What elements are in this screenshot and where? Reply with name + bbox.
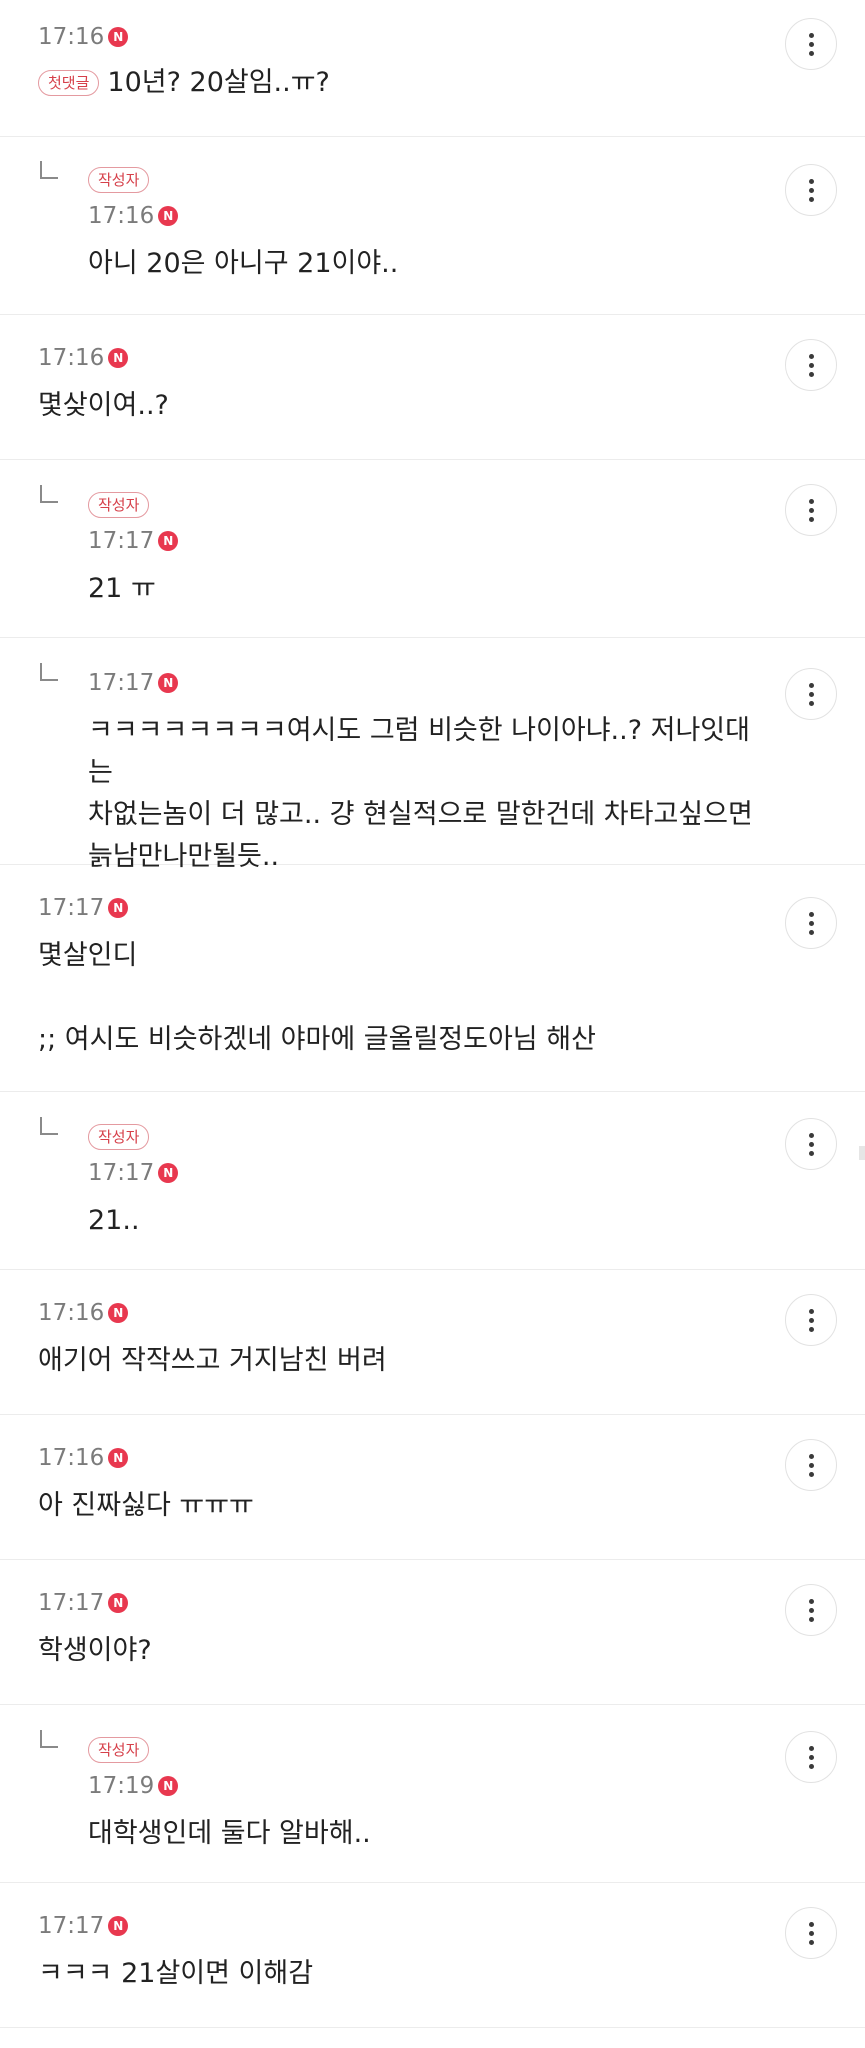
author-badge: 작성자 (88, 1737, 150, 1763)
new-badge: N (108, 1916, 129, 1936)
comment-time: 17:16 (38, 1300, 105, 1326)
comment-item: 17:16 N 애기어 작작쓰고 거지남친 버려 (0, 1270, 865, 1415)
comment-meta: 17:16 N (38, 22, 755, 52)
comment-meta: 17:17 N (38, 893, 755, 923)
comment-time: 17:16 (88, 203, 155, 229)
comment-item: 17:16 N 아 진짜싫다 ㅠㅠㅠ (0, 1415, 865, 1560)
reply-arrow-icon (40, 663, 58, 681)
more-options-button[interactable] (785, 18, 837, 70)
new-badge: N (158, 1776, 179, 1796)
comment-text: 21 ㅠ (88, 573, 156, 604)
more-options-button[interactable] (785, 1584, 837, 1636)
comment-meta: 17:16 N (38, 1298, 755, 1328)
comment-meta: 17:17 N (88, 526, 755, 556)
comment-time: 17:16 (38, 1445, 105, 1471)
comment-text: 21.. (88, 1205, 140, 1236)
comment-text: 대학생인데 둘다 알바해.. (88, 1818, 371, 1849)
comment-time: 17:17 (38, 1913, 105, 1939)
comment-text: 아니 20은 아니구 21이야.. (88, 248, 399, 279)
new-badge: N (158, 673, 179, 693)
comment-text: 10년? 20살임..ㅠ? (107, 67, 330, 98)
author-badge: 작성자 (88, 492, 150, 518)
more-options-button[interactable] (785, 1731, 837, 1783)
comment-item: 17:16 N 첫댓글 10년? 20살임..ㅠ? (0, 0, 865, 137)
new-badge: N (108, 1593, 129, 1613)
comment-time: 17:17 (38, 895, 105, 921)
comment-time: 17:19 (88, 1773, 155, 1799)
first-comment-badge: 첫댓글 (38, 70, 100, 96)
more-options-button[interactable] (785, 484, 837, 536)
new-badge: N (108, 27, 129, 47)
more-options-button[interactable] (785, 1118, 837, 1170)
comment-time: 17:16 (38, 24, 105, 50)
comment-item: 17:16 N 몇샂이여..? (0, 315, 865, 460)
comment-meta: 17:17 N (88, 668, 755, 698)
new-badge: N (158, 1163, 179, 1183)
more-options-button[interactable] (785, 668, 837, 720)
author-badge: 작성자 (88, 1124, 150, 1150)
comment-meta: 17:17 N (38, 1911, 755, 1941)
comment-meta: 17:16 N (38, 343, 755, 373)
reply-item: 작성자 17:17 N 21.. (0, 1092, 865, 1270)
comment-item: 17:17 N 몇살인디 ;; 여시도 비슷하겠네 야마에 글올릴정도아님 해산 (0, 865, 865, 1092)
reply-item: 작성자 17:16 N 아니 20은 아니구 21이야.. (0, 137, 865, 315)
comment-list: 17:16 N 첫댓글 10년? 20살임..ㅠ? 작성자 17:16 N 아니… (0, 0, 865, 2028)
new-badge: N (158, 531, 179, 551)
more-options-button[interactable] (785, 339, 837, 391)
comment-item: 17:17 N 학생이야? (0, 1560, 865, 1705)
comment-text: 학생이야? (38, 1635, 152, 1666)
reply-item: 17:17 N ㅋㅋㅋㅋㅋㅋㅋㅋ여시도 그럼 비슷한 나이아냐..? 저나잇대는… (0, 638, 865, 872)
comment-text: 아 진짜싫다 ㅠㅠㅠ (38, 1490, 254, 1521)
reply-arrow-icon (40, 1117, 58, 1135)
more-options-button[interactable] (785, 897, 837, 949)
comment-time: 17:17 (88, 528, 155, 554)
comment-text: 애기어 작작쓰고 거지남친 버려 (38, 1345, 387, 1376)
comment-item: 17:17 N ㅋㅋㅋ 21살이면 이해감 (0, 1883, 865, 2028)
author-badge: 작성자 (88, 167, 150, 193)
comment-time: 17:17 (38, 1590, 105, 1616)
comment-time: 17:16 (38, 345, 105, 371)
comment-time: 17:17 (88, 670, 155, 696)
reply-arrow-icon (40, 1730, 58, 1748)
comment-text: ㅋㅋㅋ 21살이면 이해감 (38, 1958, 314, 1989)
reply-arrow-icon (40, 485, 58, 503)
comment-meta: 17:19 N (88, 1771, 755, 1801)
more-options-button[interactable] (785, 164, 837, 216)
reply-arrow-icon (40, 161, 58, 179)
comment-meta: 17:16 N (38, 1443, 755, 1473)
comment-text: ㅋㅋㅋㅋㅋㅋㅋㅋ여시도 그럼 비슷한 나이아냐..? 저나잇대는 차없는놈이 더… (88, 715, 753, 872)
comment-meta: 17:17 N (38, 1588, 755, 1618)
comment-meta: 17:16 N (88, 201, 755, 231)
new-badge: N (158, 206, 179, 226)
reply-item: 작성자 17:17 N 21 ㅠ (0, 460, 865, 638)
comment-meta: 17:17 N (88, 1158, 755, 1188)
more-options-button[interactable] (785, 1439, 837, 1491)
more-options-button[interactable] (785, 1294, 837, 1346)
comment-text: 몇살인디 ;; 여시도 비슷하겠네 야마에 글올릴정도아님 해산 (38, 940, 596, 1055)
comment-time: 17:17 (88, 1160, 155, 1186)
more-options-button[interactable] (785, 1907, 837, 1959)
new-badge: N (108, 348, 129, 368)
reply-item: 작성자 17:19 N 대학생인데 둘다 알바해.. (0, 1705, 865, 1883)
new-badge: N (108, 898, 129, 918)
scrollbar[interactable] (859, 1146, 865, 1160)
new-badge: N (108, 1303, 129, 1323)
comment-text: 몇샂이여..? (38, 390, 169, 421)
new-badge: N (108, 1448, 129, 1468)
